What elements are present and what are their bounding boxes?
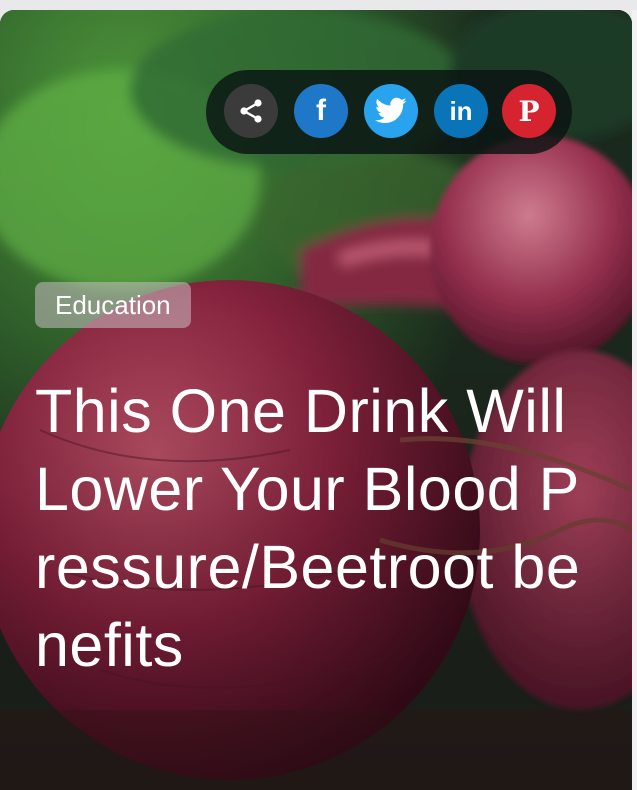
pinterest-icon: P [518,94,540,128]
facebook-share-button[interactable]: f [294,84,348,138]
article-card[interactable]: f in P Education This One Drink Will Low… [0,10,632,790]
linkedin-icon: in [449,95,473,126]
linkedin-share-button[interactable]: in [434,84,488,138]
article-title[interactable]: This One Drink Will Lower Your Blood Pre… [35,372,595,684]
pinterest-share-button[interactable]: P [502,84,556,138]
twitter-icon [375,97,407,124]
share-button[interactable] [224,84,278,138]
twitter-share-button[interactable] [364,84,418,138]
category-badge[interactable]: Education [35,282,191,328]
share-icon [240,99,262,123]
facebook-icon: f [316,94,326,127]
share-bar: f in P [206,70,572,154]
page-edge [632,10,637,790]
